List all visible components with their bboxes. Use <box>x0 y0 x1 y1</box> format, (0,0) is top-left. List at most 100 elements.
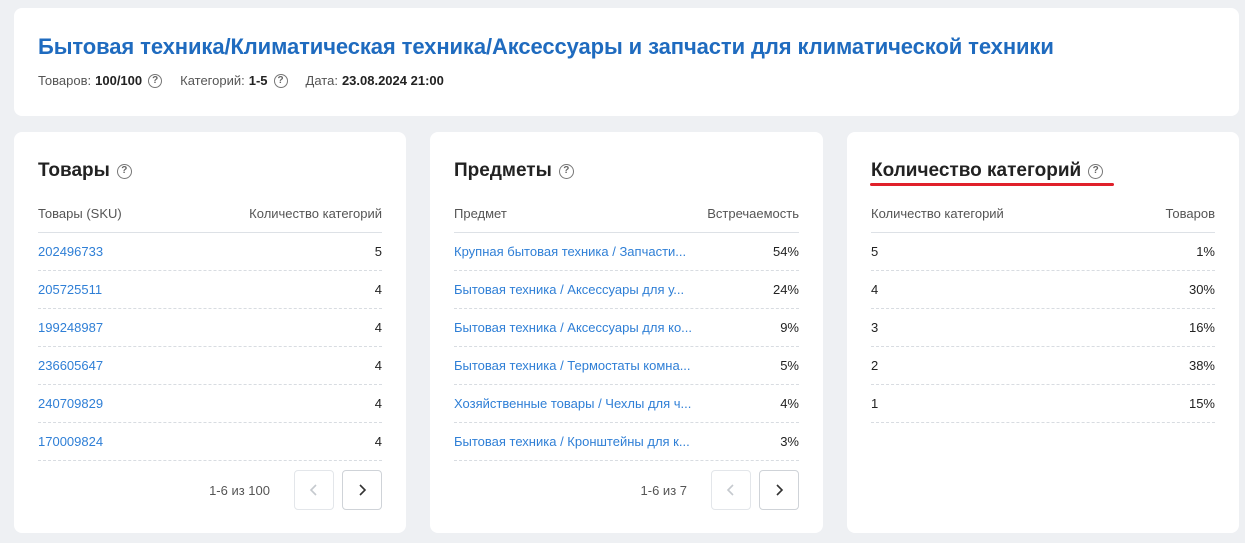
chevron-left-icon <box>309 484 317 496</box>
occurrence-value: 9% <box>780 320 799 335</box>
subject-link[interactable]: Хозяйственные товары / Чехлы для ч... <box>454 396 691 411</box>
column-header-subject: Предмет <box>454 205 507 221</box>
column-header-category-count: Количество категорий <box>871 205 1004 221</box>
table-row: 4 30% <box>871 271 1215 309</box>
category-count-value: 2 <box>871 358 879 373</box>
next-page-button[interactable] <box>759 470 799 510</box>
table-row: Бытовая техника / Термостаты комна... 5% <box>454 347 799 385</box>
prev-page-button[interactable] <box>711 470 751 510</box>
occurrence-value: 3% <box>780 434 799 449</box>
sku-link[interactable]: 236605647 <box>38 358 103 373</box>
table-row: 236605647 4 <box>38 347 382 385</box>
category-count-title-text: Количество категорий <box>871 160 1082 181</box>
column-header-sku: Товары (SKU) <box>38 205 122 221</box>
products-title: Товары ? <box>38 160 132 182</box>
subject-link[interactable]: Бытовая техника / Аксессуары для ко... <box>454 320 692 335</box>
table-row: 202496733 5 <box>38 233 382 271</box>
category-count: 4 <box>374 358 382 373</box>
category-count: 4 <box>374 396 382 411</box>
category-count-table: Количество категорий Товаров 5 1% 4 30% … <box>871 194 1215 423</box>
highlight-underline <box>870 183 1114 186</box>
products-panel: Товары ? Товары (SKU) Количество категор… <box>14 132 406 533</box>
subjects-title: Предметы ? <box>454 160 574 182</box>
occurrence-value: 4% <box>780 396 799 411</box>
header-meta: Товаров: 100/100 ? Категорий: 1-5 ? Дата… <box>38 73 462 88</box>
help-icon[interactable]: ? <box>558 163 574 179</box>
date-stat: Дата: 23.08.2024 21:00 <box>306 73 444 88</box>
table-row: Бытовая техника / Аксессуары для ко... 9… <box>454 309 799 347</box>
subject-link[interactable]: Бытовая техника / Термостаты комна... <box>454 358 691 373</box>
table-row: Бытовая техника / Аксессуары для у... 24… <box>454 271 799 309</box>
products-table: Товары (SKU) Количество категорий 202496… <box>38 194 382 461</box>
prev-page-button[interactable] <box>294 470 334 510</box>
date-value: 23.08.2024 21:00 <box>341 73 444 88</box>
table-row: 5 1% <box>871 233 1215 271</box>
categories-label: Категорий: <box>180 73 245 88</box>
subject-link[interactable]: Бытовая техника / Кронштейны для к... <box>454 434 690 449</box>
date-label: Дата: <box>305 73 338 88</box>
category-count: 5 <box>374 244 382 259</box>
table-header: Предмет Встречаемость <box>454 194 799 233</box>
goods-percent: 30% <box>1188 282 1215 297</box>
goods-percent: 16% <box>1188 320 1215 335</box>
subjects-title-text: Предметы <box>454 160 552 181</box>
goods-percent: 1% <box>1196 244 1215 259</box>
next-page-button[interactable] <box>342 470 382 510</box>
category-count-value: 5 <box>871 244 879 259</box>
subjects-panel: Предметы ? Предмет Встречаемость Крупная… <box>430 132 823 533</box>
pagination-info: 1-6 из 100 <box>209 482 270 498</box>
categories-stat: Категорий: 1-5 ? <box>180 73 288 88</box>
category-count: 4 <box>374 320 382 335</box>
table-row: 205725511 4 <box>38 271 382 309</box>
pagination-info: 1-6 из 7 <box>640 482 687 498</box>
subject-link[interactable]: Бытовая техника / Аксессуары для у... <box>454 282 684 297</box>
subjects-pagination: 1-6 из 7 <box>641 470 799 510</box>
sku-link[interactable]: 202496733 <box>38 244 103 259</box>
occurrence-value: 24% <box>772 282 799 297</box>
table-row: 2 38% <box>871 347 1215 385</box>
table-header: Количество категорий Товаров <box>871 194 1215 233</box>
help-icon[interactable]: ? <box>116 163 132 179</box>
subjects-table: Предмет Встречаемость Крупная бытовая те… <box>454 194 799 461</box>
help-icon[interactable]: ? <box>273 73 288 88</box>
sku-link[interactable]: 240709829 <box>38 396 103 411</box>
column-header-occurrence: Встречаемость <box>707 205 799 221</box>
table-row: 240709829 4 <box>38 385 382 423</box>
chevron-right-icon <box>359 484 367 496</box>
sku-link[interactable]: 205725511 <box>38 282 102 297</box>
category-count-value: 4 <box>871 282 879 297</box>
table-row: Крупная бытовая техника / Запчасти... 54… <box>454 233 799 271</box>
sku-link[interactable]: 170009824 <box>38 434 103 449</box>
page-title: Бытовая техника/Климатическая техника/Ак… <box>38 34 1054 59</box>
column-header-goods: Товаров <box>1165 205 1215 221</box>
sku-link[interactable]: 199248987 <box>38 320 103 335</box>
column-header-category-count: Количество категорий <box>249 205 382 221</box>
help-icon[interactable]: ? <box>1088 163 1104 179</box>
occurrence-value: 54% <box>772 244 799 259</box>
goods-stat: Товаров: 100/100 ? <box>38 73 163 88</box>
goods-percent: 38% <box>1188 358 1215 373</box>
table-row: 170009824 4 <box>38 423 382 461</box>
goods-value: 100/100 <box>95 73 143 88</box>
goods-label: Товаров: <box>38 73 92 88</box>
table-row: 1 15% <box>871 385 1215 423</box>
subject-link[interactable]: Крупная бытовая техника / Запчасти... <box>454 244 686 259</box>
table-row: 3 16% <box>871 309 1215 347</box>
categories-value: 1-5 <box>248 73 268 88</box>
products-pagination: 1-6 из 100 <box>209 470 382 510</box>
table-header: Товары (SKU) Количество категорий <box>38 194 382 233</box>
category-count-value: 1 <box>871 396 879 411</box>
occurrence-value: 5% <box>780 358 799 373</box>
category-count-title: Количество категорий ? <box>871 160 1104 182</box>
chevron-left-icon <box>726 484 734 496</box>
help-icon[interactable]: ? <box>148 73 163 88</box>
category-count-panel: Количество категорий ? Количество катего… <box>847 132 1239 533</box>
chevron-right-icon <box>776 484 784 496</box>
products-title-text: Товары <box>38 160 110 181</box>
table-row: 199248987 4 <box>38 309 382 347</box>
table-row: Хозяйственные товары / Чехлы для ч... 4% <box>454 385 799 423</box>
category-count: 4 <box>374 434 382 449</box>
goods-percent: 15% <box>1188 396 1215 411</box>
header-card: Бытовая техника/Климатическая техника/Ак… <box>14 8 1239 116</box>
category-count: 4 <box>374 282 382 297</box>
